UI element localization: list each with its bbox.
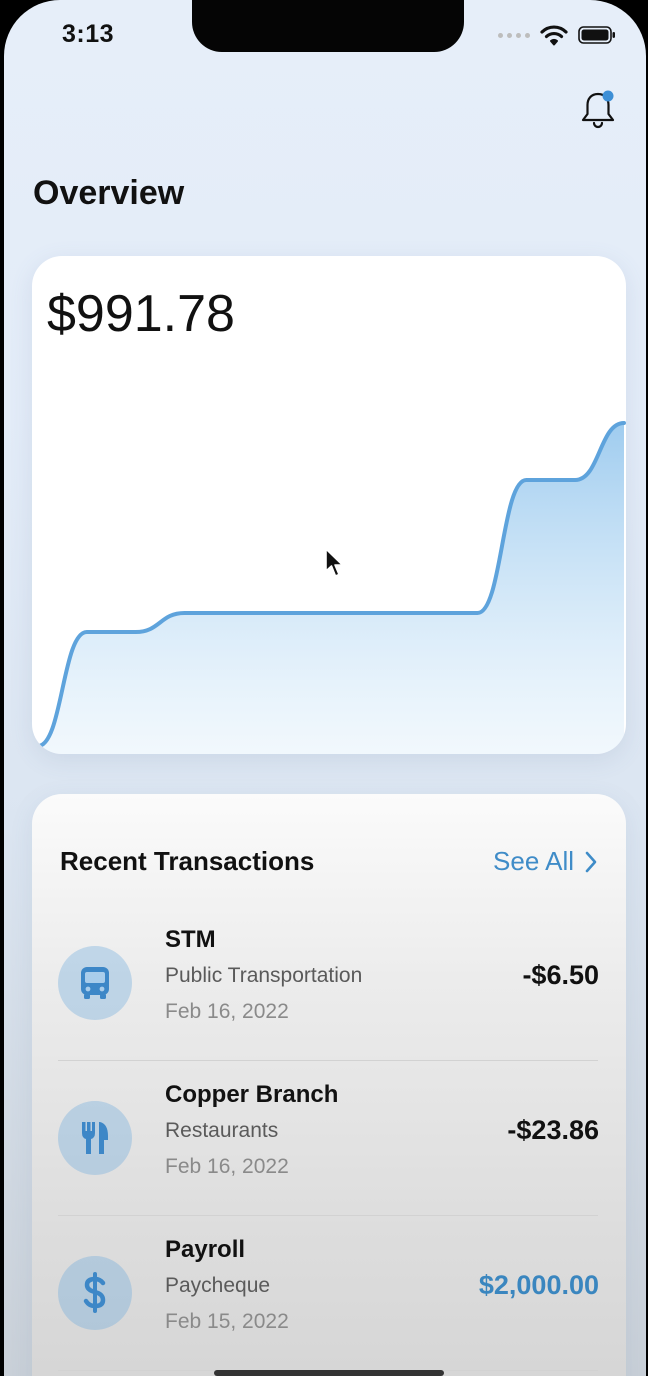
transaction-name: Copper Branch (165, 1081, 339, 1108)
notification-bell-icon[interactable] (578, 88, 618, 132)
recent-transactions-title: Recent Transactions (60, 846, 315, 876)
chevron-right-icon (585, 851, 597, 872)
page-title: Overview (33, 174, 185, 212)
status-time: 3:13 (62, 20, 115, 48)
see-all-label: See All (493, 846, 574, 876)
transaction-row[interactable]: Payroll Paycheque Feb 15, 2022 $2,000.00 (32, 1216, 626, 1371)
battery-icon (578, 26, 615, 44)
transaction-date: Feb 15, 2022 (165, 1310, 289, 1333)
balance-amount: $991.78 (47, 285, 235, 343)
phone-screen: 3:13 Overview $991.78 Recent Transaction… (0, 0, 648, 1376)
chart-area-fill (38, 423, 624, 754)
home-indicator (214, 1370, 444, 1376)
bus-icon (58, 946, 132, 1020)
transaction-category: Paycheque (165, 1274, 271, 1297)
transaction-date: Feb 16, 2022 (165, 1155, 289, 1178)
device-notch (192, 0, 464, 52)
notification-dot (602, 90, 614, 102)
balance-card[interactable]: $991.78 (32, 256, 626, 754)
wifi-icon (540, 25, 568, 46)
transaction-row[interactable]: Copper Branch Restaurants Feb 16, 2022 -… (32, 1061, 626, 1216)
see-all-button[interactable]: See All (493, 846, 598, 877)
transaction-name: Payroll (165, 1236, 246, 1263)
fork-knife-icon (58, 1101, 132, 1175)
cellular-signal-icon (498, 32, 530, 38)
dollar-icon (58, 1256, 132, 1330)
status-icons (498, 24, 616, 46)
transaction-name: STM (165, 926, 216, 953)
transaction-amount: -$23.86 (507, 1115, 599, 1145)
transaction-category: Restaurants (165, 1119, 279, 1142)
recent-transactions-panel: Recent Transactions See All STM Public T… (32, 794, 626, 1376)
app-screen: 3:13 Overview $991.78 Recent Transaction… (4, 0, 646, 1376)
transaction-row[interactable]: STM Public Transportation Feb 16, 2022 -… (32, 906, 626, 1061)
transaction-date: Feb 16, 2022 (165, 1000, 289, 1023)
mouse-cursor-icon (325, 548, 344, 577)
transaction-category: Public Transportation (165, 964, 363, 987)
transaction-amount: -$6.50 (522, 960, 599, 990)
transaction-amount: $2,000.00 (478, 1270, 599, 1300)
